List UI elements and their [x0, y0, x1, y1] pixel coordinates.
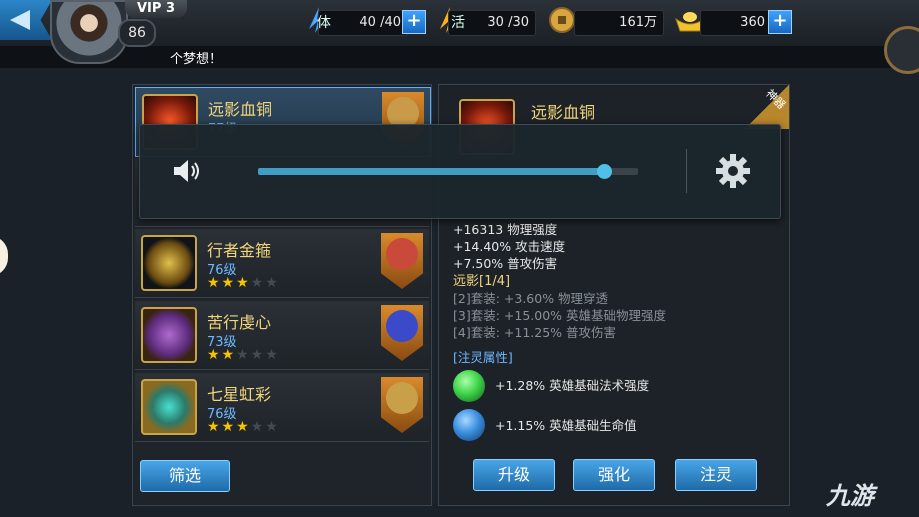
- equipment-item[interactable]: 行者金箍 76级 ★★★★★: [135, 229, 429, 298]
- player-level-badge: 86: [118, 19, 156, 47]
- equipment-name: 苦行虔心: [207, 313, 272, 332]
- upgrade-button[interactable]: 升级: [473, 459, 555, 491]
- artifact-tag-label: 神器: [763, 86, 789, 112]
- stamina-label: 体: [317, 15, 331, 31]
- ingot-field: 360: [700, 10, 772, 36]
- scrolling-message: 个梦想！: [170, 52, 223, 67]
- green-gem-icon: [453, 370, 485, 402]
- infuse-title: [注灵属性]: [453, 350, 513, 365]
- equipment-item[interactable]: 七星虹彩 76级 ★★★★★: [135, 373, 429, 442]
- star-rating: ★★★★★: [207, 275, 280, 291]
- message-bar: [0, 46, 919, 68]
- side-tab[interactable]: [0, 236, 8, 276]
- stamina-value: 40 /40: [359, 15, 401, 30]
- star-rating: ★★★★★: [207, 419, 280, 435]
- vitality-label: 活: [451, 15, 465, 31]
- stamina-field: 体 40 /40: [317, 10, 408, 36]
- gear-icon[interactable]: [715, 153, 751, 189]
- equipment-name: 行者金箍: [207, 241, 272, 260]
- equipment-icon: [141, 379, 197, 435]
- equipment-item[interactable]: 苦行虔心 73级 ★★★★★: [135, 301, 429, 370]
- set-title: 远影[1/4]: [453, 274, 511, 289]
- ingot-value: 360: [740, 15, 765, 30]
- volume-slider[interactable]: [258, 164, 638, 179]
- equipment-name: 七星虹彩: [207, 385, 272, 404]
- hero-portrait[interactable]: [381, 233, 423, 289]
- coin-field: 161万: [574, 10, 664, 36]
- volume-slider-knob[interactable]: [596, 164, 612, 179]
- vitality-field: 活 30 /30: [448, 10, 536, 36]
- vitality-value: 30 /30: [487, 15, 529, 30]
- star-rating: ★★★★★: [207, 347, 280, 363]
- equipment-icon: [141, 307, 197, 363]
- watermark-logo: 九游: [826, 482, 874, 510]
- equipment-name: 远影血铜: [208, 100, 273, 119]
- filter-button[interactable]: 筛选: [140, 460, 230, 492]
- blue-gem-icon: [453, 409, 485, 441]
- infuse-line: +1.15% 英雄基础生命值: [495, 418, 637, 433]
- equipment-icon: [141, 235, 197, 291]
- set-bonus: [4]套装: +11.25% 普攻伤害: [453, 325, 617, 340]
- enhance-button[interactable]: 强化: [573, 459, 655, 491]
- speaker-icon[interactable]: [172, 157, 204, 185]
- overlay-divider: [686, 149, 687, 193]
- volume-slider-fill: [258, 168, 604, 175]
- equipment-detail-name: 远影血铜: [531, 103, 596, 122]
- vip-badge[interactable]: VIP 3: [125, 0, 187, 18]
- infuse-button[interactable]: 注灵: [675, 459, 757, 491]
- infuse-line: +1.28% 英雄基础法术强度: [495, 378, 650, 393]
- add-stamina-button[interactable]: +: [402, 10, 426, 34]
- coin-icon: [549, 7, 575, 33]
- hero-portrait[interactable]: [381, 305, 423, 361]
- hero-portrait[interactable]: [381, 377, 423, 433]
- player-avatar[interactable]: [50, 0, 128, 64]
- coin-value: 161万: [619, 15, 657, 30]
- add-ingot-button[interactable]: +: [768, 10, 792, 34]
- volume-overlay: [139, 124, 781, 219]
- artifact-tag: 神器: [745, 85, 789, 129]
